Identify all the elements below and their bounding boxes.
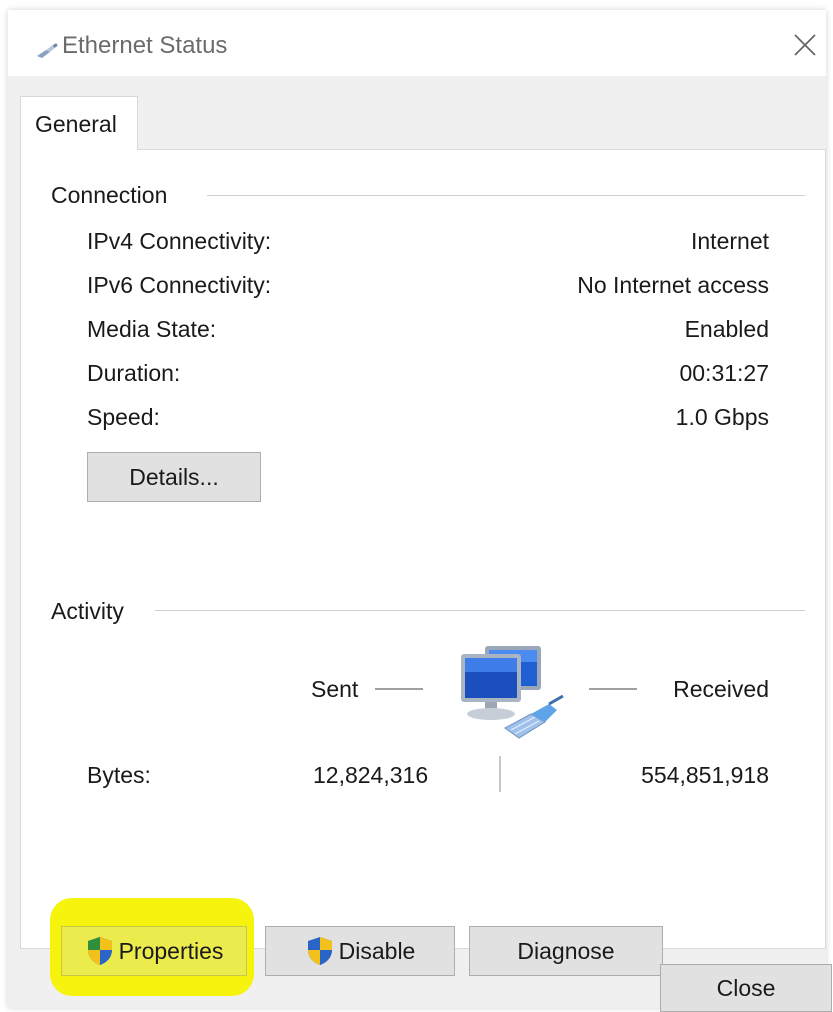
ipv6-connectivity-value: No Internet access [577,272,769,298]
details-button[interactable]: Details... [87,452,261,502]
bytes-received-value: 554,851,918 [641,762,769,788]
close-button[interactable]: Close [660,964,832,1012]
received-label: Received [673,676,769,702]
speed-value: 1.0 Gbps [675,404,769,430]
network-computers-icon [461,646,564,739]
sent-connector-line [375,688,423,690]
diagnose-button[interactable]: Diagnose [469,926,663,976]
bytes-label: Bytes: [87,762,151,788]
received-connector-line [589,688,637,690]
uac-shield-icon [87,937,112,965]
activity-group-title: Activity [51,598,124,625]
properties-button-label: Properties [118,937,224,964]
dialog-body: General Connection IPv4 Connectivity: In… [8,76,832,1012]
ethernet-status-dialog: Ethernet Status General Connection IPv4 … [8,10,832,1012]
uac-shield-icon [307,937,332,965]
connection-group-title: Connection [51,182,168,209]
ipv6-connectivity-label: IPv6 Connectivity: [87,272,272,298]
bytes-separator [499,756,501,792]
media-state-label: Media State: [87,316,217,342]
duration-value: 00:31:27 [679,360,769,386]
bytes-sent-value: 12,824,316 [313,762,429,788]
disable-button-label: Disable [338,937,416,964]
activity-group-divider [155,610,805,611]
tab-general[interactable]: General [20,96,138,150]
tab-general-label: General [35,111,117,137]
media-state-value: Enabled [684,316,769,342]
network-adapter-icon [37,43,58,58]
window-title: Ethernet Status [62,32,228,59]
ipv4-connectivity-value: Internet [691,228,769,254]
general-tab-panel: Connection IPv4 Connectivity: Internet I… [20,149,826,996]
duration-label: Duration: [87,360,181,386]
speed-label: Speed: [87,404,160,430]
properties-button[interactable]: Properties [61,926,247,976]
sent-label: Sent [311,676,359,702]
ipv4-connectivity-label: IPv4 Connectivity: [87,228,272,254]
close-icon[interactable] [788,28,822,62]
disable-button[interactable]: Disable [265,926,455,976]
connection-group-divider [207,195,805,196]
title-bar: Ethernet Status [8,10,826,76]
